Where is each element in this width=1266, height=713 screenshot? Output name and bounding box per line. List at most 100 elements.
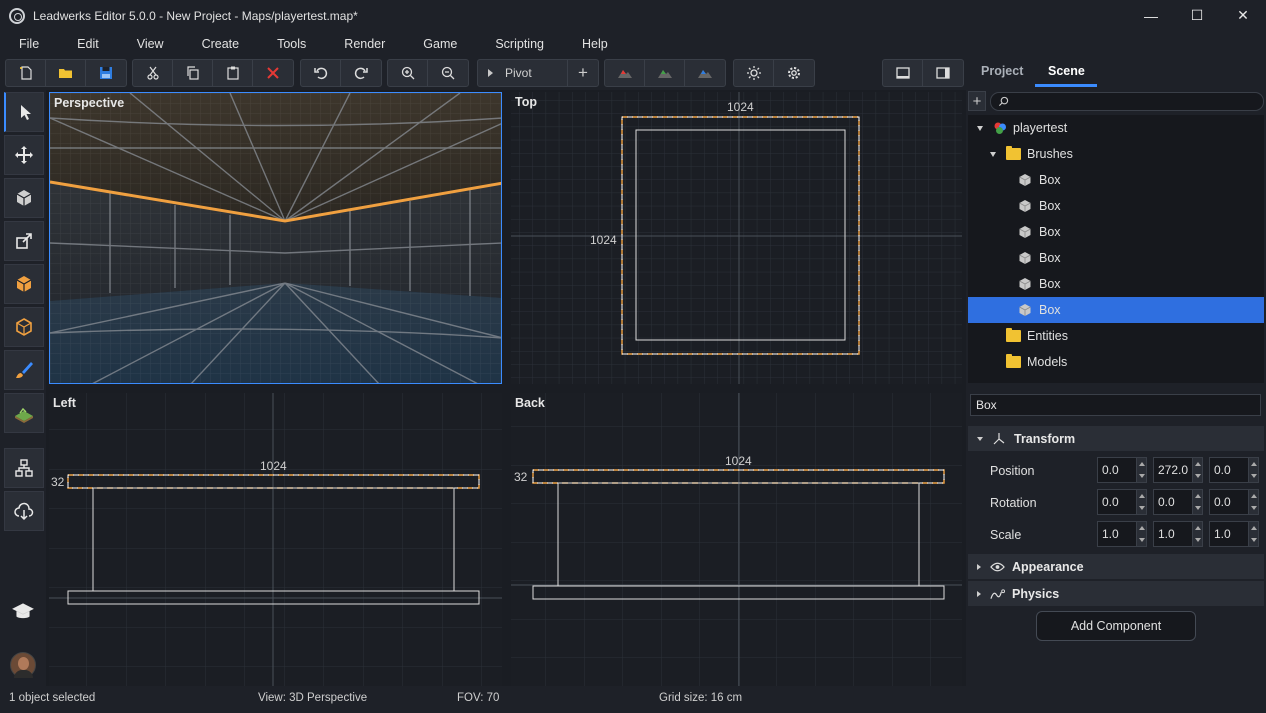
terrain-icon[interactable] — [4, 393, 44, 433]
save-icon[interactable] — [86, 60, 126, 86]
tree-item-box[interactable]: Box — [968, 193, 1264, 219]
appearance-section-header[interactable]: Appearance — [968, 554, 1264, 579]
folder-icon — [1006, 354, 1021, 368]
spinner-arrows-icon[interactable] — [1248, 458, 1258, 482]
menu-view[interactable]: View — [118, 37, 183, 51]
tutorial-hat-icon[interactable] — [8, 598, 38, 624]
undo-icon[interactable] — [301, 60, 341, 86]
rotation-x-field[interactable]: 0.0 — [1097, 489, 1147, 515]
menu-render[interactable]: Render — [325, 37, 404, 51]
minimize-button[interactable]: — — [1128, 0, 1174, 31]
add-component-button[interactable]: Add Component — [1036, 611, 1196, 641]
new-file-icon[interactable] — [6, 60, 46, 86]
spinner-arrows-icon[interactable] — [1136, 490, 1146, 514]
object-name-field[interactable]: Box — [970, 394, 1261, 416]
tree-item-box-selected[interactable]: Box — [968, 297, 1264, 323]
sun-icon[interactable] — [734, 60, 774, 86]
spinner-arrows-icon[interactable] — [1136, 522, 1146, 546]
select-arrow-icon[interactable] — [4, 92, 44, 132]
edit-tools-group — [132, 59, 294, 87]
menu-create[interactable]: Create — [183, 37, 259, 51]
rotation-y-field[interactable]: 0.0 — [1153, 489, 1203, 515]
paint-brush-icon[interactable] — [4, 350, 44, 390]
terrain-blue-icon[interactable] — [685, 60, 725, 86]
redo-icon[interactable] — [341, 60, 381, 86]
physics-section-title: Physics — [1012, 586, 1060, 601]
terrain-green-icon[interactable] — [645, 60, 685, 86]
position-y-field[interactable]: 272.0 — [1153, 457, 1203, 483]
spinner-arrows-icon[interactable] — [1192, 490, 1202, 514]
close-window-button[interactable]: ✕ — [1220, 0, 1266, 31]
cut-icon[interactable] — [133, 60, 173, 86]
scale-x-field[interactable]: 1.0 — [1097, 521, 1147, 547]
spinner-arrows-icon[interactable] — [1136, 458, 1146, 482]
move-icon[interactable] — [4, 135, 44, 175]
layout-single-icon[interactable] — [883, 60, 923, 86]
tree-item-box[interactable]: Box — [968, 245, 1264, 271]
add-scene-item-button[interactable]: + — [968, 91, 986, 111]
hierarchy-icon[interactable] — [4, 448, 44, 488]
scene-search-input[interactable] — [990, 92, 1264, 111]
menu-scripting[interactable]: Scripting — [476, 37, 563, 51]
status-selection: 1 object selected — [9, 692, 96, 704]
position-z-field[interactable]: 0.0 — [1209, 457, 1259, 483]
zoom-out-icon[interactable] — [428, 60, 468, 86]
vertex-edit-icon[interactable] — [4, 307, 44, 347]
tree-item-scene[interactable]: playertest — [968, 115, 1264, 141]
spinner-arrows-icon[interactable] — [1248, 490, 1258, 514]
menu-edit[interactable]: Edit — [58, 37, 118, 51]
paste-icon[interactable] — [213, 60, 253, 86]
perspective-scene — [50, 93, 501, 383]
tree-item-entities-folder[interactable]: Entities — [968, 323, 1264, 349]
tab-scene[interactable]: Scene — [1048, 64, 1085, 78]
search-icon — [998, 96, 1009, 107]
maximize-button[interactable]: ☐ — [1174, 0, 1220, 31]
viewport-perspective[interactable]: Perspective — [49, 92, 502, 384]
add-pivot-button[interactable]: + — [568, 60, 598, 86]
tree-item-box[interactable]: Box — [968, 167, 1264, 193]
cloud-publish-icon[interactable] — [4, 491, 44, 531]
physics-section-header[interactable]: Physics — [968, 581, 1264, 606]
user-avatar[interactable] — [10, 652, 36, 678]
rotation-y-value: 0.0 — [1158, 495, 1175, 509]
tab-project[interactable]: Project — [981, 64, 1023, 78]
scale-z-field[interactable]: 1.0 — [1209, 521, 1259, 547]
copy-icon[interactable] — [173, 60, 213, 86]
menu-game[interactable]: Game — [404, 37, 476, 51]
spinner-arrows-icon[interactable] — [1192, 458, 1202, 482]
settings-gear-icon[interactable] — [774, 60, 814, 86]
status-fov: FOV: 70 — [457, 692, 500, 704]
delete-icon[interactable] — [253, 60, 293, 86]
brush-box-icon[interactable] — [4, 264, 44, 304]
transform-section-header[interactable]: Transform — [968, 426, 1264, 451]
physics-curve-icon — [990, 588, 1005, 599]
viewport-left[interactable]: Left 1024 32 — [49, 393, 502, 686]
position-x-field[interactable]: 0.0 — [1097, 457, 1147, 483]
active-tab-indicator — [1035, 84, 1097, 87]
tool-strip — [0, 90, 46, 686]
spinner-arrows-icon[interactable] — [1192, 522, 1202, 546]
menu-help[interactable]: Help — [563, 37, 627, 51]
terrain-red-icon[interactable] — [605, 60, 645, 86]
spinner-arrows-icon[interactable] — [1248, 522, 1258, 546]
scale-y-field[interactable]: 1.0 — [1153, 521, 1203, 547]
box-brush-icon — [1019, 226, 1031, 238]
tree-item-models-folder[interactable]: Models — [968, 349, 1264, 375]
viewport-back[interactable]: Back 1024 32 — [511, 393, 962, 686]
scale-icon[interactable] — [4, 221, 44, 261]
layout-side-icon[interactable] — [923, 60, 963, 86]
tree-item-brushes-folder[interactable]: Brushes — [968, 141, 1264, 167]
tree-item-box[interactable]: Box — [968, 219, 1264, 245]
menu-file[interactable]: File — [0, 37, 58, 51]
viewport-top[interactable]: Top 1024 1024 — [511, 92, 962, 384]
rotate-icon[interactable] — [4, 178, 44, 218]
zoom-in-icon[interactable] — [388, 60, 428, 86]
box-brush-icon — [1019, 304, 1031, 316]
rotation-z-field[interactable]: 0.0 — [1209, 489, 1259, 515]
expand-arrow-icon — [977, 563, 981, 570]
tree-item-box[interactable]: Box — [968, 271, 1264, 297]
position-x-value: 0.0 — [1102, 463, 1119, 477]
menu-tools[interactable]: Tools — [258, 37, 325, 51]
open-folder-icon[interactable] — [46, 60, 86, 86]
pivot-dropdown[interactable]: Pivot — [478, 60, 568, 86]
